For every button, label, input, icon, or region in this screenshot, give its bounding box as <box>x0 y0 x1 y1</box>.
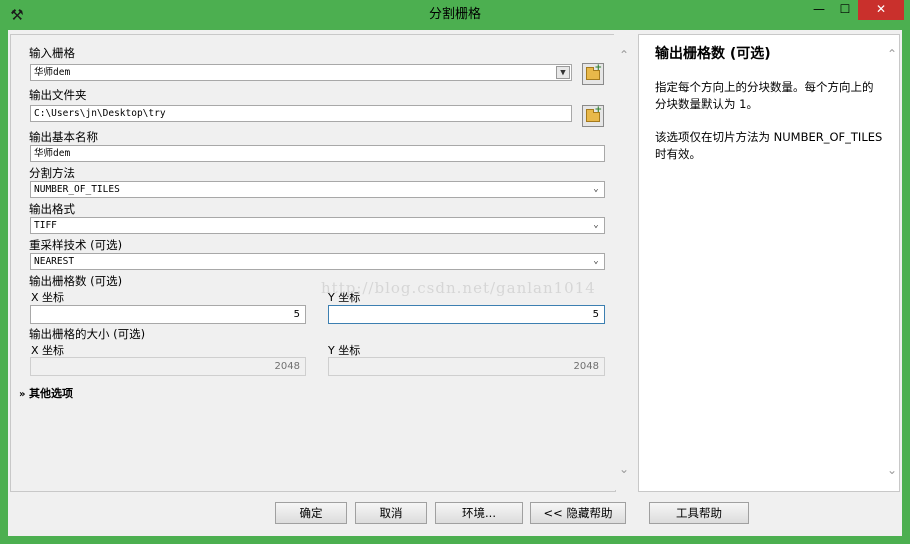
resampling-select[interactable]: NEAREST ⌄ <box>30 253 605 270</box>
resampling-label: 重采样技术 (可选) <box>29 238 123 252</box>
output-folder-input[interactable]: C:\Users\jn\Desktop\try <box>30 105 572 122</box>
environments-button[interactable]: 环境... <box>435 502 523 524</box>
tile-size-y-input: 2048 <box>328 357 605 376</box>
split-method-value: NUMBER_OF_TILES <box>34 184 120 195</box>
window-title: 分割栅格 <box>428 7 481 22</box>
output-folder-label: 输出文件夹 <box>29 88 87 102</box>
double-chevron-down-icon: » <box>19 389 26 400</box>
num-rasters-x-label: X 坐标 <box>31 291 65 304</box>
output-format-select[interactable]: TIFF ⌄ <box>30 217 605 234</box>
chevron-down-icon[interactable]: ⌄ <box>589 255 603 268</box>
chevron-down-icon[interactable]: ⌄ <box>887 463 897 477</box>
title-bar[interactable]: ⚒ 分割栅格 — ☐ ✕ <box>0 0 910 30</box>
output-format-label: 输出格式 <box>29 202 75 216</box>
num-rasters-label: 输出栅格数 (可选) <box>29 274 123 288</box>
plus-icon: + <box>594 105 602 115</box>
chevron-down-icon[interactable]: ⌄ <box>614 462 634 476</box>
input-raster-combobox[interactable]: 华师dem ▼ <box>30 64 572 81</box>
help-paragraph-1: 指定每个方向上的分块数量。每个方向上的分块数量默认为 1。 <box>655 80 874 111</box>
minimize-button[interactable]: — <box>806 0 832 20</box>
dialog-client-area: 输入栅格 华师dem ▼ + 输出文件夹 C:\Users\jn\Desktop… <box>8 30 902 536</box>
chevron-down-icon[interactable]: ⌄ <box>589 219 603 232</box>
help-title: 输出栅格数 (可选) <box>655 46 771 62</box>
browse-input-button[interactable]: + <box>582 63 604 85</box>
browse-output-button[interactable]: + <box>582 105 604 127</box>
close-button[interactable]: ✕ <box>858 0 904 20</box>
tile-size-x-input: 2048 <box>30 357 306 376</box>
other-options-label: 其他选项 <box>29 387 73 400</box>
cancel-button[interactable]: 取消 <box>355 502 427 524</box>
ok-button[interactable]: 确定 <box>275 502 347 524</box>
output-folder-value: C:\Users\jn\Desktop\try <box>34 108 166 119</box>
other-options-toggle[interactable]: » 其他选项 <box>19 385 73 401</box>
split-method-label: 分割方法 <box>29 166 75 180</box>
num-rasters-x-input[interactable]: 5 <box>30 305 306 324</box>
num-rasters-y-input[interactable]: 5 <box>328 305 605 324</box>
parameters-scrollbar[interactable]: ⌃ ⌄ <box>614 34 634 490</box>
chevron-up-icon[interactable]: ⌃ <box>887 47 897 61</box>
chevron-up-icon[interactable]: ⌃ <box>614 48 634 62</box>
tile-size-y-label: Y 坐标 <box>328 344 361 357</box>
help-paragraph-2: 该选项仅在切片方法为 NUMBER_OF_TILES 时有效。 <box>655 130 883 161</box>
output-base-name-input[interactable]: 华师dem <box>30 145 605 162</box>
watermark-text: http://blog.csdn.net/ganlan1014 <box>321 279 596 297</box>
output-base-name-label: 输出基本名称 <box>29 130 98 144</box>
chevron-down-icon[interactable]: ⌄ <box>589 183 603 196</box>
maximize-button[interactable]: ☐ <box>832 0 858 20</box>
split-method-select[interactable]: NUMBER_OF_TILES ⌄ <box>30 181 605 198</box>
tool-dialog-window: ⚒ 分割栅格 — ☐ ✕ 输入栅格 华师dem ▼ + 输出文件夹 C:\Use… <box>0 0 910 544</box>
tile-size-label: 输出栅格的大小 (可选) <box>29 327 146 341</box>
tool-help-button[interactable]: 工具帮助 <box>649 502 749 524</box>
output-base-name-value: 华师dem <box>34 148 71 159</box>
hide-help-button[interactable]: << 隐藏帮助 <box>530 502 626 524</box>
input-raster-label: 输入栅格 <box>29 46 75 60</box>
tile-size-x-label: X 坐标 <box>31 344 65 357</box>
parameters-panel: 输入栅格 华师dem ▼ + 输出文件夹 C:\Users\jn\Desktop… <box>10 34 616 492</box>
resampling-value: NEAREST <box>34 256 75 267</box>
plus-icon: + <box>594 63 602 73</box>
dropdown-arrow-icon[interactable]: ▼ <box>556 66 570 79</box>
help-panel: 输出栅格数 (可选) 指定每个方向上的分块数量。每个方向上的分块数量默认为 1。… <box>638 34 900 492</box>
output-format-value: TIFF <box>34 220 57 231</box>
input-raster-value: 华师dem <box>34 67 71 78</box>
